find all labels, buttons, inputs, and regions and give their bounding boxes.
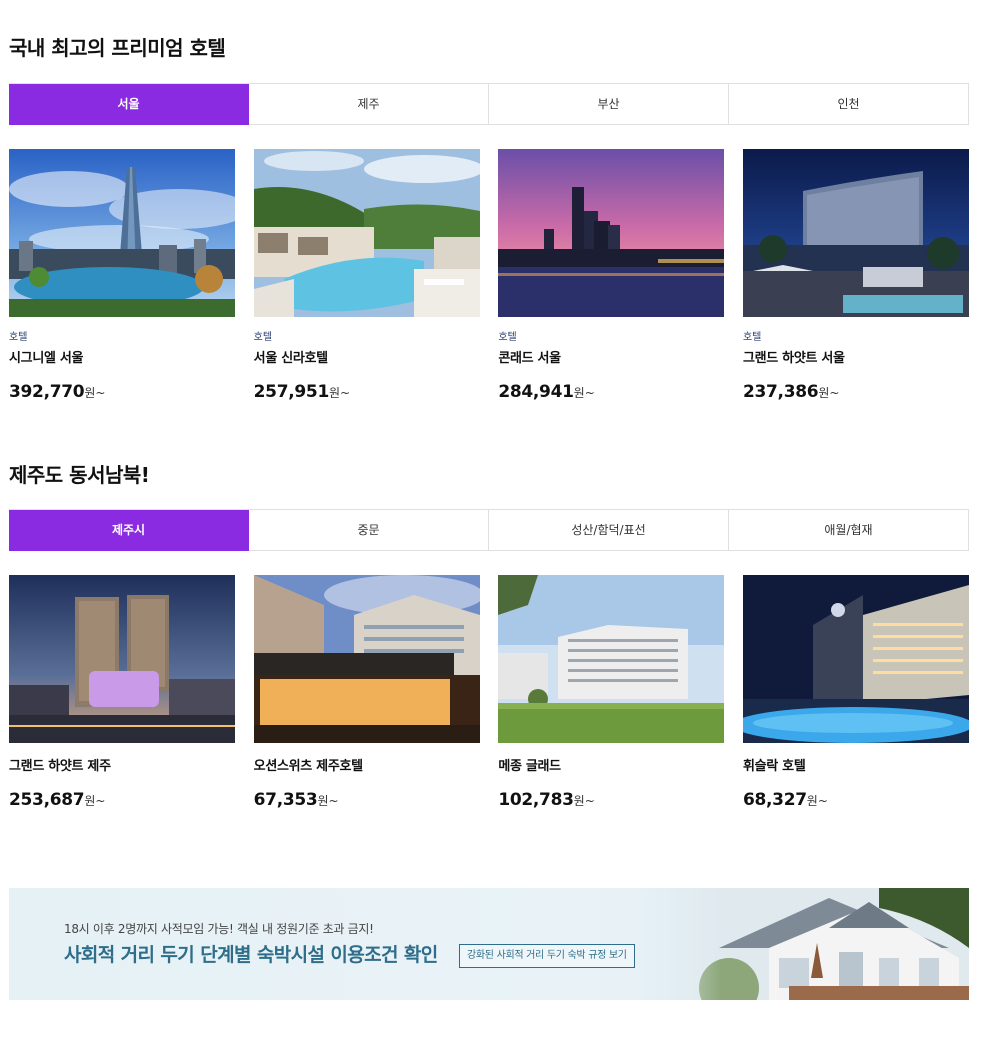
hotel-price: 237,386원~ — [743, 381, 969, 403]
price-unit: 원~ — [84, 386, 106, 400]
hotel-image — [253, 575, 480, 743]
hotel-price: 257,951원~ — [254, 381, 480, 403]
price-unit: 원~ — [84, 794, 106, 808]
price-unit: 원~ — [818, 386, 840, 400]
price-value: 102,783 — [498, 790, 574, 810]
hotel-card[interactable]: 호텔 콘래드 서울 284,941원~ — [498, 149, 725, 403]
hotel-category: 호텔 — [742, 332, 762, 343]
tab-jungmun[interactable]: 중문 — [249, 510, 489, 551]
hotel-price: 253,687원~ — [9, 789, 235, 811]
hotel-name: 그랜드 하얏트 제주 — [9, 759, 111, 774]
distancing-rules-button[interactable]: 강화된 사회적 거리 두기 숙박 규정 보기 — [459, 944, 635, 968]
area-tabs: 제주시 중문 성산/함덕/표선 애월/협재 — [9, 509, 969, 551]
hotel-card[interactable]: 메종 글래드 102,783원~ — [498, 575, 725, 811]
banner-headline: 사회적 거리 두기 단계별 숙박시설 이용조건 확인 — [64, 944, 438, 966]
hotel-card[interactable]: 오션스위츠 제주호텔 67,353원~ — [253, 575, 480, 811]
premium-hotels-section: 국내 최고의 프리미엄 호텔 서울 제주 부산 인천 호텔 시그니엘 서울 39… — [9, 33, 969, 403]
price-value: 253,687 — [9, 790, 85, 810]
tab-seongsan[interactable]: 성산/함덕/표선 — [489, 510, 729, 551]
hotel-name: 콘래드 서울 — [498, 351, 561, 366]
hotel-category: 호텔 — [498, 332, 517, 343]
price-unit: 원~ — [573, 386, 595, 400]
price-unit: 원~ — [317, 794, 339, 808]
tab-seoul[interactable]: 서울 — [9, 84, 249, 125]
hotel-image — [498, 149, 725, 317]
hotel-category: 호텔 — [253, 332, 273, 343]
banner-subtitle: 18시 이후 2명까지 사적모임 가능! 객실 내 정원기준 초과 금지! — [64, 922, 374, 936]
price-value: 68,327 — [742, 790, 807, 810]
tab-jeju-city[interactable]: 제주시 — [9, 510, 249, 551]
hotel-price: 68,327원~ — [743, 789, 969, 811]
jeju-hotels-section: 제주도 동서남북! 제주시 중문 성산/함덕/표선 애월/협재 그랜드 하얏트 … — [9, 460, 969, 811]
hotel-card[interactable]: 호텔 시그니엘 서울 392,770원~ — [9, 149, 235, 403]
price-value: 284,941 — [498, 382, 574, 402]
hotel-card-list: 그랜드 하얏트 제주 253,687원~ 오션스위츠 제주호텔 67,353원~… — [9, 575, 969, 811]
hotel-name: 메종 글래드 — [498, 759, 561, 774]
hotel-image — [9, 149, 235, 317]
hotel-name: 시그니엘 서울 — [9, 351, 84, 366]
hotel-name: 그랜드 하얏트 서울 — [742, 351, 845, 366]
hotel-price: 102,783원~ — [498, 789, 724, 811]
section-title: 제주도 동서남북! — [9, 463, 150, 487]
region-tabs: 서울 제주 부산 인천 — [9, 83, 969, 125]
hotel-image — [498, 575, 725, 743]
hotel-card[interactable]: 그랜드 하얏트 제주 253,687원~ — [9, 575, 235, 811]
distancing-banner[interactable]: 18시 이후 2명까지 사적모임 가능! 객실 내 정원기준 초과 금지! 사회… — [9, 888, 969, 1000]
hotel-name: 서울 신라호텔 — [253, 351, 328, 366]
hotel-price: 67,353원~ — [254, 789, 480, 811]
price-value: 257,951 — [253, 382, 330, 402]
tab-incheon[interactable]: 인천 — [729, 84, 968, 125]
price-value: 392,770 — [9, 382, 85, 402]
hotel-card[interactable]: 호텔 서울 신라호텔 257,951원~ — [253, 149, 480, 403]
tab-busan[interactable]: 부산 — [489, 84, 729, 125]
hotel-category: 호텔 — [9, 332, 28, 343]
section-title: 국내 최고의 프리미엄 호텔 — [9, 36, 226, 60]
tab-aewol[interactable]: 애월/협재 — [729, 510, 968, 551]
tab-jeju[interactable]: 제주 — [249, 84, 489, 125]
hotel-name: 휘슬락 호텔 — [742, 759, 806, 774]
hotel-card[interactable]: 휘슬락 호텔 68,327원~ — [742, 575, 969, 811]
hotel-image — [742, 575, 969, 743]
price-value: 237,386 — [742, 382, 819, 402]
price-unit: 원~ — [329, 386, 351, 400]
price-unit: 원~ — [806, 794, 828, 808]
price-value: 67,353 — [253, 790, 318, 810]
hotel-price: 392,770원~ — [9, 381, 235, 403]
hotel-image — [742, 149, 969, 317]
hotel-card-list: 호텔 시그니엘 서울 392,770원~ 호텔 서울 신라호텔 257,951원… — [9, 149, 969, 403]
hotel-name: 오션스위츠 제주호텔 — [253, 759, 363, 774]
price-unit: 원~ — [573, 794, 595, 808]
hotel-price: 284,941원~ — [498, 381, 724, 403]
hotel-image — [9, 575, 235, 743]
hotel-image — [253, 149, 480, 317]
hotel-card[interactable]: 호텔 그랜드 하얏트 서울 237,386원~ — [742, 149, 969, 403]
house-illustration — [639, 888, 969, 1000]
